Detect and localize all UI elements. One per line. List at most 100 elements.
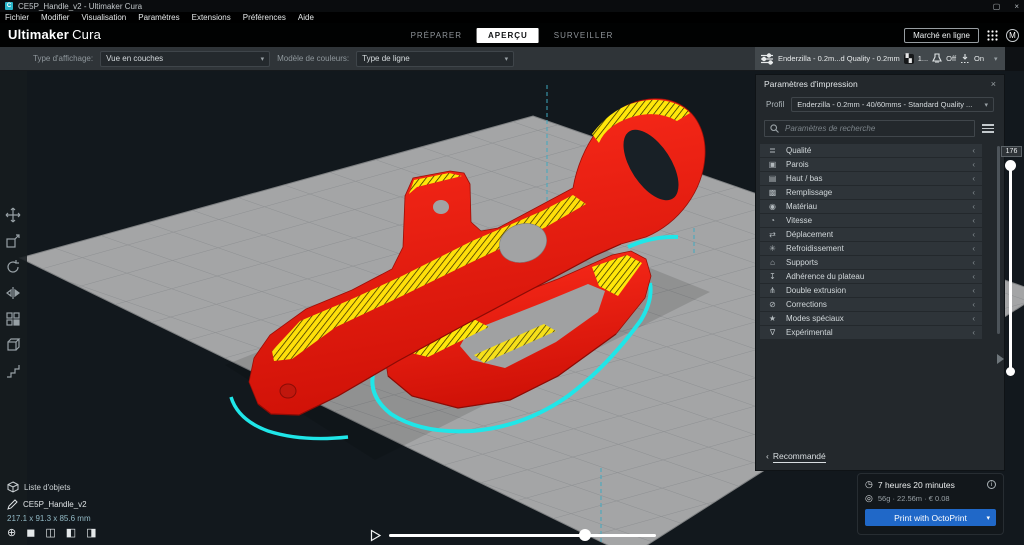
quality-icon: ≣: [767, 146, 778, 155]
print-config-bar[interactable]: Enderzilla - 0.2m...d Quality - 0.2mm ▚ …: [755, 47, 1005, 71]
settings-menu-icon[interactable]: [982, 124, 994, 133]
print-settings-panel: Paramètres d'impression × Profil Enderzi…: [755, 74, 1005, 471]
profile-dropdown[interactable]: Enderzilla - 0.2mm - 40/60mms - Standard…: [791, 97, 994, 112]
chevron-down-icon: ▾: [505, 55, 509, 63]
per-model-settings-tool-icon[interactable]: [5, 311, 21, 327]
chevron-down-icon: ▾: [984, 101, 988, 109]
layer-number-badge: 176: [1001, 146, 1022, 157]
menu-preferences[interactable]: Préférences: [243, 13, 286, 22]
category-corrections[interactable]: ⊘ Corrections ‹: [760, 298, 982, 311]
menu-modifier[interactable]: Modifier: [41, 13, 69, 22]
support-blocker-tool-icon[interactable]: [5, 337, 21, 353]
object-list-toggle[interactable]: Liste d'objets: [7, 481, 97, 493]
chevron-collapse-icon: ‹: [972, 258, 975, 267]
category-double-extrusion[interactable]: ⋔ Double extrusion ‹: [760, 284, 982, 297]
account-avatar[interactable]: M: [1006, 29, 1019, 42]
category-modes-speciaux[interactable]: ★ Modes spéciaux ‹: [760, 312, 982, 325]
mirror-tool-icon[interactable]: [5, 285, 21, 301]
category-refroidissement[interactable]: ✳ Refroidissement ‹: [760, 242, 982, 255]
menu-visualisation[interactable]: Visualisation: [81, 13, 126, 22]
menu-aide[interactable]: Aide: [298, 13, 314, 22]
scale-tool-icon[interactable]: [5, 233, 21, 249]
category-remplissage[interactable]: ▩ Remplissage ‹: [760, 186, 982, 199]
category-experimental[interactable]: ∇ Expérimental ‹: [760, 326, 982, 339]
path-slider-handle[interactable]: [579, 529, 591, 541]
cooling-icon: ✳: [767, 244, 778, 253]
print-with-octoprint-button[interactable]: Print with OctoPrint ▾: [865, 509, 996, 526]
marketplace-button[interactable]: Marché en ligne: [904, 28, 979, 43]
view-left-icon[interactable]: ◧: [66, 527, 76, 539]
print-summary-card: ◷ 7 heures 20 minutes i ◎ 56g · 22.56m ·…: [857, 473, 1004, 535]
settings-search-box: [764, 120, 975, 137]
special-modes-icon: ★: [767, 314, 778, 323]
view-mode-toolbar: Type d'affichage: Vue en couches ▾ Modèl…: [0, 47, 755, 71]
menu-bar: Fichier Modifier Visualisation Paramètre…: [0, 12, 1024, 23]
layer-slider-bottom-handle[interactable]: [1006, 367, 1015, 376]
layer-slider-top-handle[interactable]: [1005, 160, 1016, 171]
object-name: CE5P_Handle_v2: [23, 500, 87, 509]
view-top-icon[interactable]: ◫: [45, 527, 55, 539]
object-dimensions: 217.1 x 91.3 x 85.6 mm: [7, 514, 97, 523]
simulation-play-icon[interactable]: [369, 529, 382, 542]
category-supports[interactable]: ⌂ Supports ‹: [760, 256, 982, 269]
view-right-icon[interactable]: ◨: [86, 527, 96, 539]
apps-grid-icon[interactable]: [987, 30, 998, 41]
chevron-collapse-icon: ‹: [972, 230, 975, 239]
category-parois[interactable]: ▣ Parois ‹: [760, 158, 982, 171]
category-adherence[interactable]: ↧ Adhérence du plateau ‹: [760, 270, 982, 283]
chevron-down-icon: ▾: [986, 514, 990, 522]
chevron-collapse-icon: ‹: [972, 272, 975, 281]
chevron-collapse-icon: ‹: [972, 300, 975, 309]
material-icon: ◉: [767, 202, 778, 211]
close-panel-icon[interactable]: ×: [991, 79, 996, 89]
layer-play-icon[interactable]: [996, 353, 1006, 365]
color-scheme-dropdown[interactable]: Type de ligne ▾: [356, 51, 514, 67]
chevron-collapse-icon: ‹: [972, 244, 975, 253]
category-deplacement[interactable]: ⇄ Déplacement ‹: [760, 228, 982, 241]
view-front-icon[interactable]: ◼: [26, 527, 35, 539]
screw-boss: [280, 384, 296, 398]
settings-scrollbar[interactable]: [997, 146, 1000, 334]
chevron-collapse-icon: ‹: [972, 328, 975, 337]
fixes-icon: ⊘: [767, 300, 778, 309]
config-summary: Enderzilla - 0.2m...d Quality - 0.2mm: [778, 54, 900, 63]
cube-icon: [7, 481, 19, 493]
rotate-tool-icon[interactable]: [5, 259, 21, 275]
recommended-mode-link[interactable]: ‹Recommandé: [766, 451, 826, 461]
view-3d-icon[interactable]: ⊕: [7, 527, 16, 539]
chevron-collapse-icon: ‹: [972, 202, 975, 211]
chevron-collapse-icon: ‹: [972, 188, 975, 197]
brand-logo: UltimakerCura: [8, 27, 101, 42]
category-qualite[interactable]: ≣ Qualité ‹: [760, 144, 982, 157]
info-icon[interactable]: i: [987, 480, 996, 489]
display-type-dropdown[interactable]: Vue en couches ▾: [100, 51, 270, 67]
category-haut-bas[interactable]: ▤ Haut / bas ‹: [760, 172, 982, 185]
path-slider-track[interactable]: [389, 534, 656, 537]
infill-icon: ▩: [767, 188, 778, 197]
stage-tabs: PRÉPARER APERÇU SURVEILLER: [411, 23, 614, 47]
close-window-icon[interactable]: ×: [1014, 2, 1019, 11]
stairs-tool-icon[interactable]: [5, 363, 21, 379]
chevron-collapse-icon: ‹: [972, 174, 975, 183]
chevron-collapse-icon: ‹: [972, 146, 975, 155]
tab-apercu[interactable]: APERÇU: [477, 28, 539, 43]
layer-slider-track[interactable]: [1009, 161, 1012, 373]
search-input[interactable]: [783, 123, 969, 134]
tab-surveiller[interactable]: SURVEILLER: [554, 31, 614, 40]
menu-fichier[interactable]: Fichier: [5, 13, 29, 22]
title-bar: C CE5P_Handle_v2 - Ultimaker Cura ▢ ×: [0, 0, 1024, 12]
chevron-down-icon: ▾: [261, 55, 265, 63]
restore-window-icon[interactable]: ▢: [993, 2, 1001, 11]
object-name-row[interactable]: CE5P_Handle_v2: [7, 499, 97, 510]
category-vitesse[interactable]: ◔ Vitesse ‹: [760, 214, 982, 227]
tab-preparer[interactable]: PRÉPARER: [411, 31, 462, 40]
move-tool-icon[interactable]: [5, 207, 21, 223]
object-info: Liste d'objets CE5P_Handle_v2 217.1 x 91…: [7, 481, 97, 539]
cura-window: C CE5P_Handle_v2 - Ultimaker Cura ▢ × Fi…: [0, 0, 1024, 545]
category-materiau[interactable]: ◉ Matériau ‹: [760, 200, 982, 213]
chevron-down-icon: ▾: [994, 55, 998, 63]
menu-extensions[interactable]: Extensions: [192, 13, 231, 22]
cura-logo-icon: C: [5, 2, 13, 10]
menu-parametres[interactable]: Paramètres: [138, 13, 179, 22]
sliders-icon: [760, 53, 774, 65]
